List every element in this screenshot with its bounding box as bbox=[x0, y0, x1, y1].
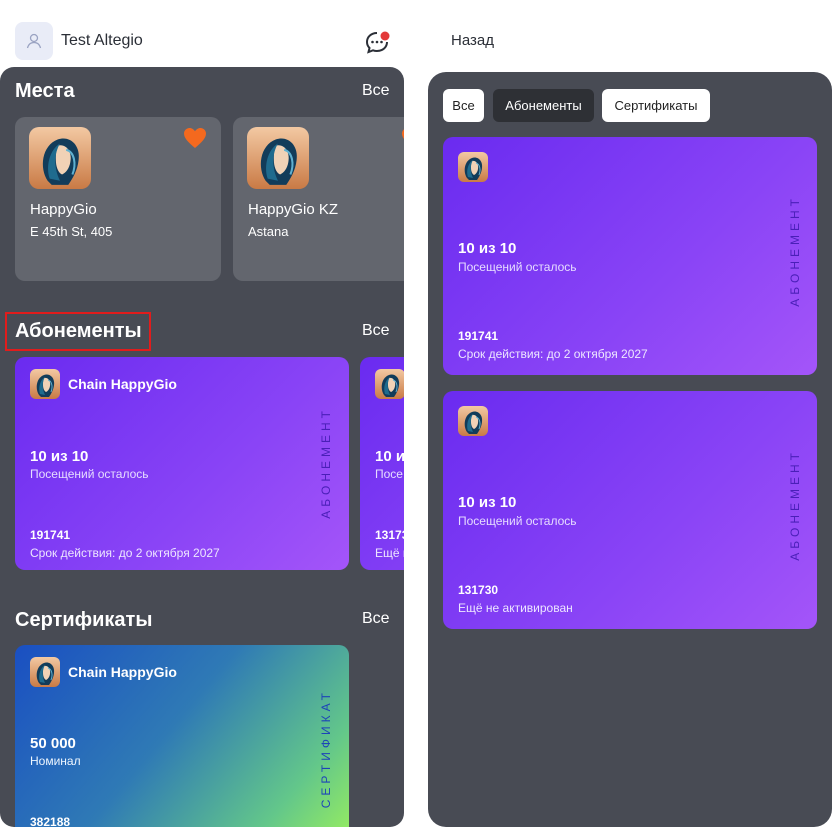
subscriptions-screen: Все Абонементы Сертификаты 10 из 10 Посе… bbox=[428, 72, 832, 827]
place-name: HappyGio bbox=[30, 201, 97, 218]
user-name[interactable]: Test Altegio bbox=[61, 32, 143, 50]
chain-logo bbox=[458, 406, 488, 436]
tab-subscriptions[interactable]: Абонементы bbox=[493, 89, 594, 122]
subscription-card[interactable]: 10 из 10 Посещений осталось 131730 Ещё н… bbox=[443, 391, 817, 629]
favorite-heart-icon[interactable] bbox=[183, 127, 207, 149]
certificate-amount-label: Номинал bbox=[30, 754, 81, 768]
subscription-validity: Срок действия: до 2 октября 2027 bbox=[458, 347, 648, 361]
subscription-card[interactable]: Chain HappyGio 10 из 10 Посещений остало… bbox=[15, 357, 349, 570]
place-logo bbox=[29, 127, 91, 189]
chat-icon bbox=[365, 31, 390, 54]
certificate-card[interactable]: Chain HappyGio 50 000 Номинал 382188 СЕР… bbox=[15, 645, 349, 827]
subscription-number: 13173 bbox=[375, 528, 404, 542]
favorite-heart-icon[interactable] bbox=[401, 127, 404, 149]
place-card[interactable]: HappyGio E 45th St, 405 bbox=[15, 117, 221, 281]
tab-certificates[interactable]: Сертификаты bbox=[602, 89, 710, 122]
chat-button[interactable] bbox=[364, 28, 392, 56]
subscriptions-all-link[interactable]: Все bbox=[362, 322, 390, 340]
subscription-validity: Срок действия: до 2 октября 2027 bbox=[30, 546, 220, 560]
chain-logo bbox=[30, 657, 60, 687]
card-type-label: АБОНЕМЕНТ bbox=[788, 449, 802, 561]
place-logo bbox=[247, 127, 309, 189]
tab-all[interactable]: Все bbox=[443, 89, 484, 122]
places-title: Места bbox=[15, 80, 75, 102]
card-type-label: СЕРТИФИКАТ bbox=[319, 689, 333, 809]
visits-count: 10 из 10 bbox=[458, 494, 517, 511]
subscription-status: Ещё не активирован bbox=[458, 601, 573, 615]
certificates-all-link[interactable]: Все bbox=[362, 610, 390, 628]
place-address: E 45th St, 405 bbox=[30, 224, 113, 239]
visits-label: Посещений осталось bbox=[458, 260, 577, 274]
chain-name: Chain HappyGio bbox=[68, 376, 177, 392]
card-type-label: АБОНЕМЕНТ bbox=[319, 407, 333, 519]
subscription-card[interactable]: 10 из 10 Посещений осталось 191741 Срок … bbox=[443, 137, 817, 375]
avatar[interactable] bbox=[15, 22, 53, 60]
visits-count: 10 из 10 bbox=[458, 240, 517, 257]
visits-label: Посещений осталось bbox=[30, 467, 149, 481]
chain-logo bbox=[375, 369, 404, 399]
subscription-number: 191741 bbox=[458, 329, 499, 343]
place-address: Astana bbox=[248, 224, 289, 239]
subscription-number: 191741 bbox=[30, 528, 71, 542]
certificate-number: 382188 bbox=[30, 815, 71, 827]
visits-count: 10 из 10 bbox=[30, 448, 89, 465]
subscription-card[interactable]: 10 из Посе 13173 Ещё н bbox=[360, 357, 404, 570]
subscription-number: 131730 bbox=[458, 583, 499, 597]
visits-count: 10 из bbox=[375, 448, 404, 465]
place-name: HappyGio KZ bbox=[248, 201, 339, 218]
places-all-link[interactable]: Все bbox=[362, 82, 390, 100]
left-header: Test Altegio bbox=[0, 0, 404, 68]
certificates-title: Сертификаты bbox=[15, 609, 153, 631]
chain-name: Chain HappyGio bbox=[68, 664, 177, 680]
back-button[interactable]: Назад bbox=[451, 32, 494, 49]
subscription-status: Ещё н bbox=[375, 546, 404, 560]
visits-label: Посещений осталось bbox=[458, 514, 577, 528]
highlight-box bbox=[5, 312, 151, 351]
place-card[interactable]: HappyGio KZ Astana bbox=[233, 117, 404, 281]
certificate-amount: 50 000 bbox=[30, 735, 76, 752]
visits-label: Посе bbox=[375, 467, 403, 481]
user-icon bbox=[26, 33, 42, 49]
chain-logo bbox=[458, 152, 488, 182]
card-type-label: АБОНЕМЕНТ bbox=[788, 195, 802, 307]
home-screen: Места Все HappyGio E 45th St, 405 HappyG… bbox=[0, 67, 404, 827]
chain-logo bbox=[30, 369, 60, 399]
